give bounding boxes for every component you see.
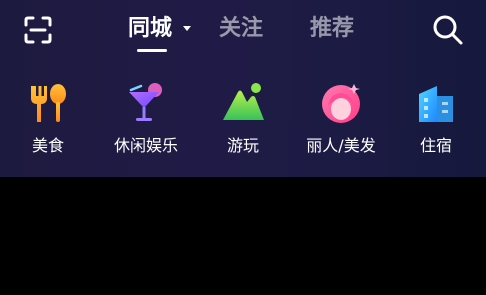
cocktail-icon: [123, 80, 169, 126]
scan-icon[interactable]: [22, 14, 54, 46]
category-accommodation[interactable]: 住宿: [386, 80, 486, 160]
chevron-down-icon[interactable]: [183, 26, 191, 31]
category-beauty-hair[interactable]: 丽人/美发: [291, 80, 391, 160]
category-label: 美食: [31, 136, 64, 155]
category-label: 休闲娱乐: [113, 136, 178, 155]
app-screen: 同城 关注 推荐 美食 休闲娱乐 游玩 丽人/美发 住宿: [0, 0, 486, 295]
category-leisure[interactable]: 休闲娱乐: [96, 80, 196, 160]
category-food[interactable]: 美食: [0, 80, 98, 160]
fork-spoon-icon: [25, 80, 71, 126]
tab-following[interactable]: 关注: [219, 13, 263, 45]
mountain-icon: [220, 80, 266, 126]
local-feed-header-panel: 同城 关注 推荐 美食 休闲娱乐 游玩 丽人/美发 住宿: [0, 0, 486, 177]
category-label: 住宿: [419, 136, 452, 155]
woman-face-icon: [318, 80, 364, 126]
category-label: 丽人/美发: [306, 136, 376, 155]
category-label: 游玩: [226, 136, 259, 155]
top-navigation-bar: 同城 关注 推荐: [0, 0, 486, 60]
category-play[interactable]: 游玩: [193, 80, 293, 160]
building-icon: [413, 80, 459, 126]
active-tab-indicator: [137, 49, 167, 52]
tab-local[interactable]: 同城: [128, 13, 172, 45]
tab-recommended[interactable]: 推荐: [310, 13, 354, 45]
search-icon[interactable]: [431, 13, 465, 47]
